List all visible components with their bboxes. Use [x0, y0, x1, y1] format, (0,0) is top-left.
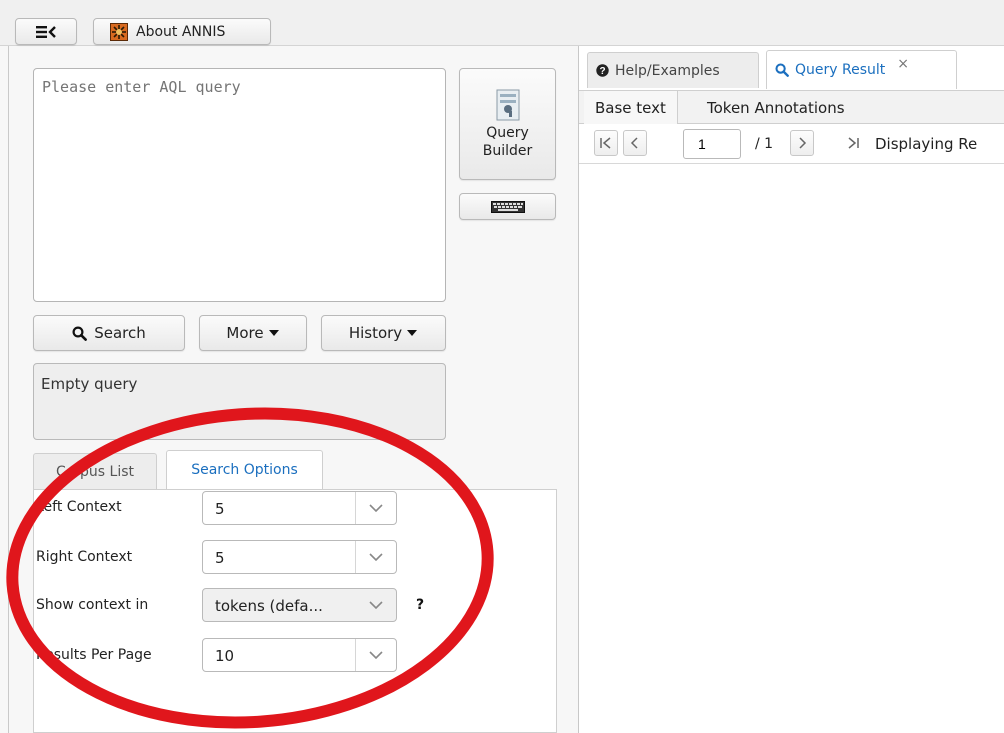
history-label: History [348, 324, 403, 342]
first-page-icon [600, 137, 611, 149]
show-context-in-select[interactable]: tokens (defa... [202, 588, 397, 622]
displaying-results-label: Displaying Re [875, 135, 978, 153]
right-context-select[interactable]: 5 [202, 540, 397, 574]
results-per-page-value: 10 [215, 647, 235, 665]
more-label: More [226, 324, 264, 342]
chevron-down-icon[interactable] [355, 541, 396, 573]
right-context-value: 5 [215, 549, 225, 567]
page-number-input[interactable] [683, 129, 741, 159]
history-button[interactable]: History [321, 315, 446, 351]
results-per-page-select[interactable]: 10 [202, 638, 397, 672]
chevron-down-icon[interactable] [355, 492, 396, 524]
query-status-text: Empty query [41, 375, 138, 393]
tab-search-options-label: Search Options [191, 462, 298, 478]
result-pager: / 1 Displaying Re [579, 124, 1004, 164]
tab-token-annotations[interactable]: Token Annotations [696, 91, 856, 124]
about-annis-button[interactable]: About ANNIS [93, 18, 271, 45]
query-builder-button[interactable]: Query Builder [459, 68, 556, 180]
first-page-button[interactable] [594, 130, 618, 156]
search-button[interactable]: Search [33, 315, 185, 351]
chevron-down-icon[interactable] [355, 639, 396, 671]
tab-query-result[interactable]: Query Result × [766, 50, 957, 89]
next-page-button[interactable] [790, 130, 814, 156]
results-per-page-label: Results Per Page [36, 647, 152, 663]
page-total-label: / 1 [755, 136, 774, 152]
tab-token-annotations-label: Token Annotations [707, 98, 845, 117]
question-circle-icon: ? [596, 64, 609, 77]
tab-corpus-list[interactable]: Corpus List [33, 453, 157, 489]
query-builder-label-2: Builder [482, 143, 533, 159]
query-status-box: Empty query [33, 363, 446, 440]
tab-corpus-list-label: Corpus List [55, 463, 135, 480]
show-context-help-icon[interactable]: ? [416, 597, 424, 613]
search-icon [775, 63, 789, 77]
aql-query-input[interactable] [33, 68, 446, 302]
tab-help-examples[interactable]: ? Help/Examples [587, 52, 759, 88]
sidebar-toggle-button[interactable] [15, 18, 77, 45]
query-builder-label-1: Query [486, 125, 529, 141]
svg-text:?: ? [599, 66, 605, 77]
tab-search-options[interactable]: Search Options [166, 450, 323, 489]
caret-down-icon [268, 330, 279, 336]
more-button[interactable]: More [199, 315, 307, 351]
right-context-label: Right Context [36, 549, 133, 565]
search-icon [72, 325, 88, 341]
tab-help-examples-label: Help/Examples [615, 62, 720, 79]
tab-base-text[interactable]: Base text [584, 91, 678, 124]
annis-logo-icon [110, 22, 128, 41]
caret-down-icon [407, 330, 418, 336]
virtual-keyboard-button[interactable] [459, 193, 556, 220]
tab-query-result-label: Query Result [795, 62, 886, 78]
last-page-button[interactable] [841, 130, 865, 156]
query-builder-icon [496, 89, 519, 121]
keyboard-icon [490, 200, 525, 213]
menu-collapse-icon [36, 25, 56, 38]
left-context-label: Left Context [36, 499, 122, 515]
left-context-select[interactable]: 5 [202, 491, 397, 525]
chevron-right-icon [799, 137, 807, 149]
visualization-tabs: Base text Token Annotations [579, 90, 1004, 124]
show-context-in-value: tokens (defa... [215, 597, 323, 615]
show-context-in-label: Show context in [36, 597, 149, 613]
chevron-down-icon[interactable] [356, 589, 396, 621]
tab-base-text-label: Base text [595, 98, 666, 117]
last-page-icon [848, 137, 859, 149]
close-icon[interactable]: × [897, 56, 909, 72]
previous-page-button[interactable] [623, 130, 647, 156]
about-annis-label: About ANNIS [136, 23, 226, 40]
chevron-left-icon [630, 137, 638, 149]
search-label: Search [94, 324, 146, 342]
left-context-value: 5 [215, 500, 225, 518]
